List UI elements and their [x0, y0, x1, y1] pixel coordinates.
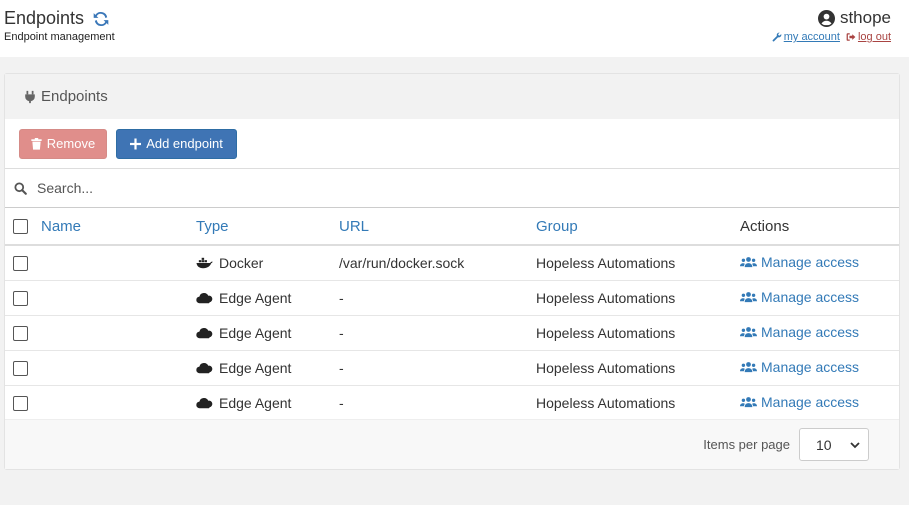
endpoint-type: Edge Agent — [219, 324, 292, 341]
row-checkbox[interactable] — [13, 325, 28, 341]
toolbar: Remove Add endpoint — [5, 119, 899, 169]
top-bar: Endpoints Endpoint management sthope my … — [0, 0, 909, 57]
endpoint-url: - — [339, 280, 536, 316]
manage-access-link[interactable]: Manage access — [740, 324, 859, 340]
table-row: Edge Agent - Hopeless Automations Manage… — [5, 280, 899, 316]
items-per-page-label: Items per page — [703, 437, 790, 452]
table-row: Edge Agent - Hopeless Automations Manage… — [5, 315, 899, 351]
add-endpoint-button[interactable]: Add endpoint — [116, 128, 237, 159]
trash-icon — [31, 137, 42, 150]
row-checkbox[interactable] — [13, 360, 28, 376]
search-icon — [14, 181, 27, 195]
manage-access-label: Manage access — [761, 254, 860, 271]
endpoint-name — [41, 280, 196, 316]
select-all-checkbox[interactable] — [13, 219, 28, 235]
select-all-cell — [5, 208, 41, 246]
manage-access-label: Manage access — [761, 394, 860, 411]
log-out-link[interactable]: log out — [846, 31, 891, 43]
manage-access-link[interactable]: Manage access — [740, 359, 859, 375]
endpoint-type: Edge Agent — [219, 289, 292, 306]
manage-access-label: Manage access — [761, 289, 860, 305]
refresh-icon[interactable] — [92, 10, 110, 28]
table-row: Docker /var/run/docker.sock Hopeless Aut… — [5, 245, 899, 281]
panel-title: Endpoints — [41, 88, 108, 105]
endpoint-url: /var/run/docker.sock — [339, 245, 536, 281]
sign-out-icon — [846, 33, 856, 41]
endpoint-name — [41, 350, 196, 386]
manage-access-label: Manage access — [761, 324, 860, 340]
endpoint-group: Hopeless Automations — [536, 394, 676, 411]
row-checkbox[interactable] — [13, 396, 28, 412]
log-out-label: log out — [857, 31, 891, 43]
endpoint-url: - — [339, 350, 536, 386]
remove-label: Remove — [46, 136, 96, 151]
add-endpoint-label: Add endpoint — [146, 136, 223, 151]
table-header-row: Name Type URL Group Actions — [5, 208, 899, 246]
panel-header: Endpoints — [5, 74, 899, 119]
page-title-text: Endpoints — [4, 8, 85, 28]
users-icon — [740, 292, 757, 303]
endpoints-panel: Endpoints Remove Add endpoint Name Type … — [4, 73, 900, 470]
users-icon — [740, 397, 757, 408]
endpoint-name — [41, 245, 196, 281]
cloud-icon — [196, 327, 213, 338]
endpoints-table: Name Type URL Group Actions Docker /var/… — [5, 208, 899, 420]
endpoint-type: Edge Agent — [219, 394, 292, 411]
username: sthope — [839, 8, 891, 27]
column-url[interactable]: URL — [339, 208, 536, 246]
table-row: Edge Agent - Hopeless Automations Manage… — [5, 385, 899, 420]
table-row: Edge Agent - Hopeless Automations Manage… — [5, 350, 899, 386]
my-account-link[interactable]: my account — [772, 31, 840, 43]
items-per-page-value: 10 — [816, 436, 832, 453]
user-info: sthope — [817, 8, 891, 28]
endpoint-group: Hopeless Automations — [536, 315, 740, 351]
users-icon — [740, 362, 757, 373]
endpoint-group: Hopeless Automations — [536, 350, 740, 386]
cloud-icon — [196, 292, 213, 303]
manage-access-link[interactable]: Manage access — [740, 254, 859, 270]
endpoint-url: - — [339, 394, 344, 411]
plug-icon — [25, 90, 35, 103]
manage-access-link[interactable]: Manage access — [740, 289, 859, 305]
endpoint-type: Docker — [219, 254, 264, 271]
user-links: my account log out — [772, 31, 891, 43]
column-type[interactable]: Type — [196, 208, 339, 246]
page-title: Endpoints — [4, 8, 110, 29]
users-icon — [740, 327, 757, 338]
row-checkbox[interactable] — [13, 290, 28, 306]
manage-access-label: Manage access — [761, 359, 860, 375]
endpoint-group: Hopeless Automations — [536, 280, 740, 316]
search-bar — [5, 169, 899, 208]
wrench-icon — [772, 32, 782, 42]
my-account-label: my account — [783, 31, 840, 43]
docker-icon — [196, 257, 213, 268]
endpoint-type: Edge Agent — [219, 359, 292, 376]
items-per-page-select[interactable]: 10 — [799, 428, 869, 461]
row-checkbox[interactable] — [13, 256, 28, 272]
chevron-down-icon — [850, 441, 860, 448]
manage-access-link[interactable]: Manage access — [740, 394, 859, 410]
endpoint-name — [41, 315, 196, 351]
cloud-icon — [196, 362, 213, 373]
remove-button[interactable]: Remove — [19, 128, 107, 159]
endpoint-url: - — [339, 315, 536, 351]
user-circle-icon — [817, 9, 835, 27]
page-subtitle: Endpoint management — [4, 31, 115, 43]
column-group[interactable]: Group — [536, 208, 740, 246]
column-actions: Actions — [740, 208, 899, 246]
column-name[interactable]: Name — [41, 208, 196, 246]
cloud-icon — [196, 397, 213, 408]
search-input[interactable] — [37, 180, 737, 196]
users-icon — [740, 257, 757, 268]
endpoint-group: Hopeless Automations — [536, 245, 740, 281]
table-footer: Items per page 10 — [5, 419, 899, 469]
plus-icon — [130, 138, 142, 149]
endpoint-name — [41, 385, 196, 420]
